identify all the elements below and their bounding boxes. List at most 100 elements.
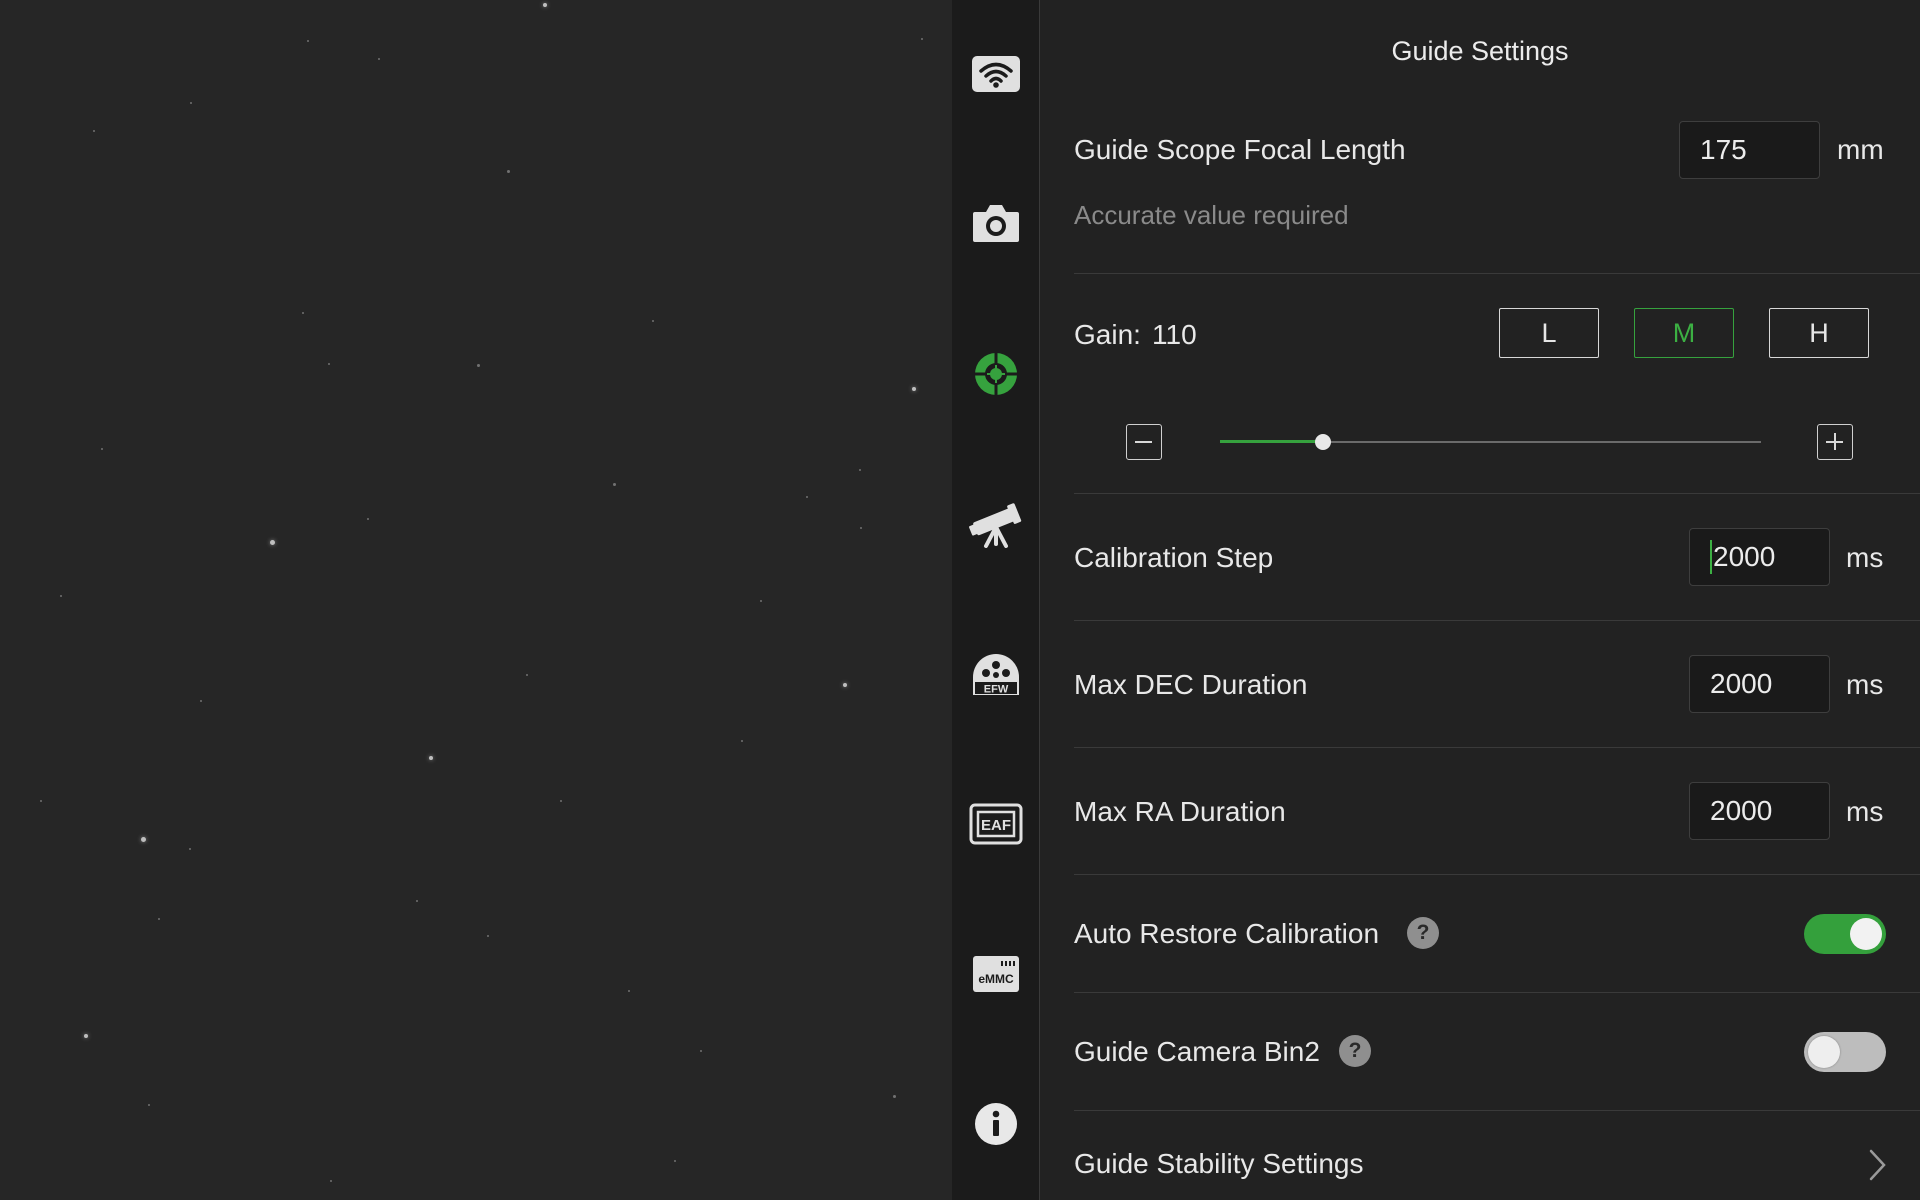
gain-decrease-button[interactable] — [1126, 424, 1162, 460]
gain-slider-thumb[interactable] — [1314, 434, 1331, 450]
telescope-icon — [969, 503, 1022, 548]
toggle-knob — [1808, 1036, 1840, 1068]
star — [40, 800, 42, 802]
sidebar-item-guide[interactable] — [952, 334, 1040, 414]
star — [477, 364, 480, 367]
star — [416, 900, 418, 902]
star — [200, 700, 202, 702]
toggle-knob — [1850, 918, 1882, 950]
svg-text:EAF: EAF — [981, 817, 1011, 834]
gain-preset-medium-button[interactable]: M — [1634, 308, 1734, 358]
calibration-step-label: Calibration Step — [1074, 542, 1274, 573]
star — [843, 683, 847, 687]
guide-target-icon — [973, 351, 1019, 397]
star — [560, 800, 562, 802]
gain-preset-high-button[interactable]: H — [1769, 308, 1869, 358]
star — [190, 102, 192, 104]
star — [93, 130, 95, 132]
divider — [1074, 273, 1920, 274]
chevron-right-icon[interactable] — [1868, 1148, 1888, 1182]
divider — [1074, 493, 1920, 494]
star — [700, 1050, 702, 1052]
focal-length-input[interactable]: 175 — [1679, 121, 1820, 179]
info-icon — [975, 1103, 1017, 1145]
star — [302, 312, 304, 314]
wifi-icon — [972, 56, 1020, 92]
sidebar-item-telescope[interactable] — [952, 484, 1040, 564]
guide-settings-panel: Guide Settings Guide Scope Focal Length … — [1040, 0, 1920, 1200]
text-caret — [1710, 540, 1712, 574]
gain-slider-fill — [1220, 440, 1323, 443]
star — [378, 58, 380, 60]
max-dec-duration-input[interactable]: 2000 — [1689, 655, 1830, 713]
emmc-icon: eMMC — [973, 956, 1019, 992]
sidebar-item-info[interactable] — [952, 1084, 1040, 1164]
auto-restore-calibration-label: Auto Restore Calibration — [1074, 918, 1380, 949]
star — [189, 848, 191, 850]
gain-label: Gain: — [1074, 319, 1141, 350]
focal-length-hint: Accurate value required — [1074, 200, 1349, 230]
star — [543, 3, 547, 7]
max-ra-duration-input[interactable]: 2000 — [1689, 782, 1830, 840]
help-icon[interactable]: ? — [1407, 917, 1439, 949]
star — [367, 518, 369, 520]
guide-stability-settings-link[interactable]: Guide Stability Settings — [1074, 1148, 1364, 1180]
star — [806, 496, 808, 498]
star — [270, 540, 275, 545]
star — [158, 918, 160, 920]
star — [912, 387, 916, 391]
star — [652, 320, 654, 322]
sky-preview-image — [0, 0, 952, 1200]
divider — [1074, 620, 1920, 621]
sidebar-nav: EFW EAF eMMC — [952, 0, 1040, 1200]
star — [526, 674, 528, 676]
plus-icon-v — [1833, 433, 1836, 450]
sidebar-item-eaf[interactable]: EAF — [952, 784, 1040, 864]
guide-camera-bin2-label: Guide Camera Bin2 — [1074, 1036, 1320, 1067]
sidebar-item-camera[interactable] — [952, 183, 1040, 263]
sidebar-item-efw[interactable]: EFW — [952, 634, 1040, 714]
star — [141, 837, 146, 842]
max-dec-duration-unit: ms — [1846, 669, 1884, 700]
divider — [1074, 874, 1920, 875]
star — [741, 740, 743, 742]
star — [859, 469, 861, 471]
camera-icon — [973, 205, 1019, 242]
gain-preset-low-button[interactable]: L — [1499, 308, 1599, 358]
star — [101, 448, 103, 450]
calibration-step-input[interactable]: 2000 — [1689, 528, 1830, 586]
star — [613, 483, 616, 486]
star — [860, 527, 862, 529]
sidebar-item-wifi[interactable] — [952, 34, 1040, 114]
star — [507, 170, 510, 173]
max-ra-duration-label: Max RA Duration — [1074, 796, 1286, 827]
star — [328, 363, 330, 365]
help-icon[interactable]: ? — [1339, 1035, 1371, 1067]
svg-text:eMMC: eMMC — [978, 972, 1014, 986]
guide-camera-bin2-toggle[interactable] — [1804, 1032, 1886, 1072]
max-dec-duration-label: Max DEC Duration — [1074, 669, 1308, 700]
sidebar-item-emmc[interactable]: eMMC — [952, 934, 1040, 1014]
divider — [1074, 992, 1920, 993]
eaf-icon: EAF — [969, 803, 1023, 845]
star — [148, 1104, 150, 1106]
focal-length-unit: mm — [1837, 134, 1884, 165]
divider — [1074, 1110, 1920, 1111]
star — [893, 1095, 896, 1098]
star — [628, 990, 630, 992]
page-title: Guide Settings — [1391, 36, 1569, 66]
focal-length-label: Guide Scope Focal Length — [1074, 134, 1406, 165]
divider — [1074, 747, 1920, 748]
star — [307, 40, 309, 42]
minus-icon — [1135, 441, 1152, 443]
star — [84, 1034, 88, 1038]
calibration-step-value: 2000 — [1713, 541, 1776, 572]
star — [429, 756, 433, 760]
svg-text:EFW: EFW — [984, 684, 1009, 696]
star — [760, 600, 762, 602]
gain-value: 110 — [1152, 319, 1197, 350]
gain-increase-button[interactable] — [1817, 424, 1853, 460]
auto-restore-calibration-toggle[interactable] — [1804, 914, 1886, 954]
star — [330, 1180, 332, 1182]
star — [60, 595, 62, 597]
